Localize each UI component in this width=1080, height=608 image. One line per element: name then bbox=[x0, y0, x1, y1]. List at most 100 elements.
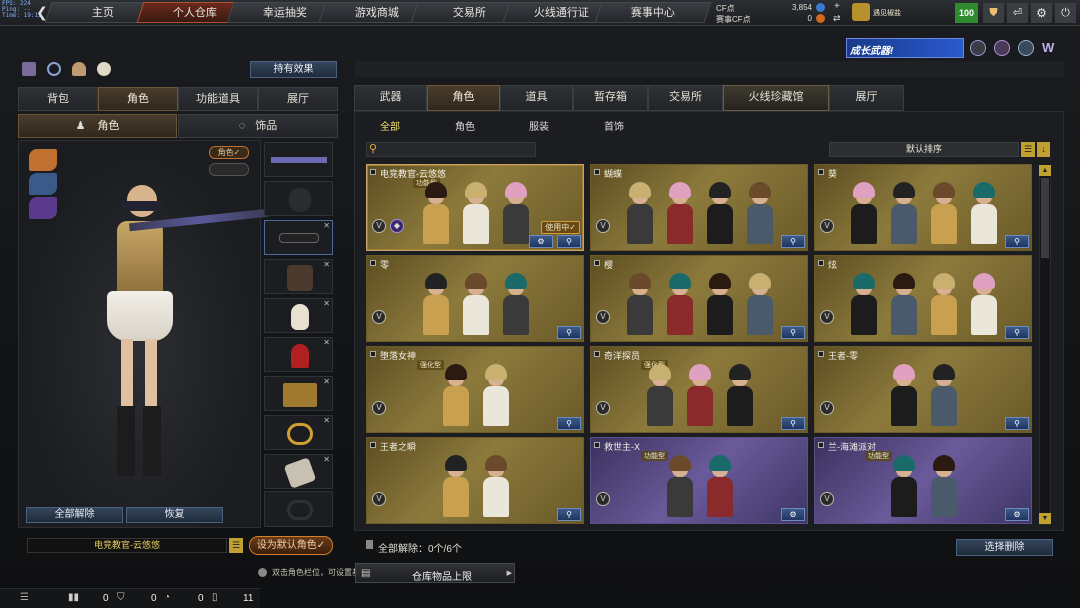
slot-empty-ring[interactable] bbox=[264, 491, 333, 527]
character-card[interactable]: 奇洋探员强化型V⚲ bbox=[590, 346, 808, 433]
remove-icon[interactable]: ✕ bbox=[323, 416, 330, 425]
inspect-search-icon[interactable]: ⚲ bbox=[781, 417, 805, 430]
select-delete-button[interactable]: 选择删除 bbox=[956, 539, 1053, 556]
emblem-v-icon[interactable] bbox=[970, 40, 986, 56]
menu-icon[interactable]: ☰ bbox=[20, 592, 29, 603]
remove-icon[interactable]: ✕ bbox=[323, 221, 330, 230]
character-preview[interactable]: 角色✓ bbox=[18, 140, 270, 528]
inspect-search-icon[interactable]: ⚲ bbox=[781, 326, 805, 339]
subtab-character[interactable]: ♟ 角色 bbox=[18, 114, 177, 138]
sort-dropdown[interactable]: 默认排序 bbox=[829, 142, 1019, 157]
emblem-wings-icon[interactable] bbox=[994, 40, 1010, 56]
eye-toggle-icon[interactable] bbox=[209, 163, 249, 176]
inspect-search-icon[interactable]: ⚲ bbox=[1005, 326, 1029, 339]
inspect-search-icon[interactable]: ⚲ bbox=[781, 235, 805, 248]
slot-glasses[interactable]: ✕ bbox=[264, 220, 333, 255]
character-card[interactable]: 樱 V ⚲ bbox=[590, 255, 808, 342]
bottom-bar bbox=[0, 588, 260, 608]
subtab-jewelry[interactable]: 首饰 bbox=[604, 118, 624, 133]
subtab-accessory[interactable]: ◌ 饰品 bbox=[178, 114, 338, 138]
holding-effect-button[interactable]: 持有效果 bbox=[250, 61, 337, 78]
set-default-character-button[interactable]: 设为默认角色✓ bbox=[249, 536, 333, 555]
rtab-weapons[interactable]: 武器 bbox=[354, 85, 427, 111]
remove-icon[interactable]: ✕ bbox=[323, 338, 330, 347]
unequip-all-button[interactable]: 全部解除 bbox=[26, 507, 123, 523]
character-card[interactable]: 救世主-X 功能型 V ⚙ bbox=[590, 437, 808, 524]
list-menu-icon[interactable]: ☰ bbox=[229, 538, 243, 553]
slot-ammo[interactable]: ✕ bbox=[264, 376, 333, 411]
character-card[interactable]: 电竞教官-云悠悠 功能型 V ◆ 使用中✓ ⚙ ⚲ bbox=[366, 164, 584, 251]
remove-icon[interactable]: ✕ bbox=[323, 377, 330, 386]
tab-backpack[interactable]: 背包 bbox=[18, 87, 98, 111]
inspect-search-icon[interactable]: ⚲ bbox=[1005, 417, 1029, 430]
slot-ring[interactable]: ✕ bbox=[264, 415, 333, 450]
pet-icon[interactable] bbox=[97, 62, 111, 76]
character-card[interactable]: 兰-海滩派对 功能型 V ⚙ bbox=[814, 437, 1032, 524]
power-icon[interactable]: ⏻ bbox=[1055, 3, 1076, 23]
rtab-collection[interactable]: 火线珍藏馆 bbox=[723, 85, 829, 111]
inspect-search-icon[interactable]: ⚲ bbox=[1005, 235, 1029, 248]
sort-order-icon[interactable]: ↓ bbox=[1037, 142, 1050, 157]
tab-showroom[interactable]: 展厅 bbox=[258, 87, 338, 111]
inspect-search-icon[interactable]: ⚲ bbox=[557, 326, 581, 339]
inspect-search-icon[interactable]: ⚲ bbox=[557, 417, 581, 430]
v-badge-icon: V bbox=[820, 310, 834, 324]
slot-badge[interactable]: ✕ bbox=[264, 337, 333, 372]
growth-weapon-banner[interactable]: 成长武器! bbox=[846, 38, 964, 58]
rtab-items[interactable]: 道具 bbox=[500, 85, 573, 111]
role-check-tag[interactable]: 角色✓ bbox=[209, 146, 249, 159]
wardrobe-icon[interactable] bbox=[72, 62, 86, 76]
character-card[interactable]: 蝴蝶 V ⚲ bbox=[590, 164, 808, 251]
inspect-search-icon[interactable]: ⚲ bbox=[557, 508, 581, 521]
rtab-storage[interactable]: 暂存箱 bbox=[573, 85, 648, 111]
inspect-search-icon[interactable]: ⚲ bbox=[557, 235, 581, 248]
functions-icon[interactable]: ⚙ bbox=[529, 235, 553, 248]
settings-gear-icon[interactable]: ⚙ bbox=[1031, 3, 1052, 23]
exchange-icon[interactable]: ⇄ bbox=[833, 13, 841, 24]
preview-tab-orange-icon[interactable] bbox=[29, 149, 57, 171]
subtab-role[interactable]: 角色 bbox=[455, 118, 475, 133]
scroll-up-icon[interactable]: ▲ bbox=[1039, 165, 1051, 176]
tab-function-items[interactable]: 功能道具 bbox=[178, 87, 258, 111]
character-card[interactable]: 王者-零 V ⚲ bbox=[814, 346, 1032, 433]
add-cf-icon[interactable]: + bbox=[834, 1, 840, 12]
gift-icon[interactable] bbox=[22, 62, 36, 76]
character-card[interactable]: 炫 V ⚲ bbox=[814, 255, 1032, 342]
character-card[interactable]: 堕落女神 强化型 V ⚲ bbox=[366, 346, 584, 433]
nav-events[interactable]: 赛事中心 bbox=[594, 2, 712, 23]
slot-weapon[interactable] bbox=[264, 142, 333, 177]
remove-icon[interactable]: ✕ bbox=[323, 299, 330, 308]
functions-icon[interactable]: ⚙ bbox=[781, 508, 805, 521]
slot-charm[interactable]: ✕ bbox=[264, 454, 333, 489]
scroll-down-icon[interactable]: ▼ bbox=[1039, 513, 1051, 524]
search-input[interactable] bbox=[366, 142, 536, 157]
shield-icon[interactable]: ⛊ bbox=[983, 3, 1004, 23]
tab-character[interactable]: 角色 bbox=[98, 87, 178, 111]
character-card[interactable]: 葵 V ⚲ bbox=[814, 164, 1032, 251]
functions-icon[interactable]: ⚙ bbox=[1005, 508, 1029, 521]
remove-icon[interactable]: ✕ bbox=[323, 455, 330, 464]
character-card[interactable]: 王者之瞬 V ⚲ bbox=[366, 437, 584, 524]
subtab-all[interactable]: 全部 bbox=[380, 118, 400, 133]
subtab-outfit[interactable]: 服装 bbox=[529, 118, 549, 133]
chat-icon: ◔ bbox=[164, 592, 171, 603]
remove-icon[interactable]: ✕ bbox=[323, 260, 330, 269]
card-flag-icon bbox=[370, 351, 376, 357]
rtab-characters[interactable]: 角色 bbox=[427, 85, 500, 111]
character-card[interactable]: 零 V ⚲ bbox=[366, 255, 584, 342]
rtab-exchange[interactable]: 交易所 bbox=[648, 85, 723, 111]
preview-tab-purple-icon[interactable] bbox=[29, 197, 57, 219]
rotate-icon[interactable] bbox=[47, 62, 61, 76]
slot-armor[interactable]: ✕ bbox=[264, 259, 333, 294]
slot-pet[interactable]: ✕ bbox=[264, 298, 333, 333]
restore-button[interactable]: 恢复 bbox=[126, 507, 223, 523]
preview-tab-blue-icon[interactable] bbox=[29, 173, 57, 195]
sort-list-icon[interactable]: ☰ bbox=[1021, 142, 1035, 157]
slot-headwear[interactable] bbox=[264, 181, 333, 216]
storage-limit-bar[interactable]: ▤ 仓库物品上限 ▶ bbox=[355, 563, 515, 583]
scrollbar-thumb[interactable] bbox=[1041, 178, 1049, 258]
emblem-star-icon[interactable] bbox=[1018, 40, 1034, 56]
rtab-showroom[interactable]: 展厅 bbox=[829, 85, 904, 111]
exit-icon[interactable]: ⏎ bbox=[1007, 3, 1028, 23]
emblem-w-icon[interactable]: W bbox=[1042, 40, 1060, 56]
